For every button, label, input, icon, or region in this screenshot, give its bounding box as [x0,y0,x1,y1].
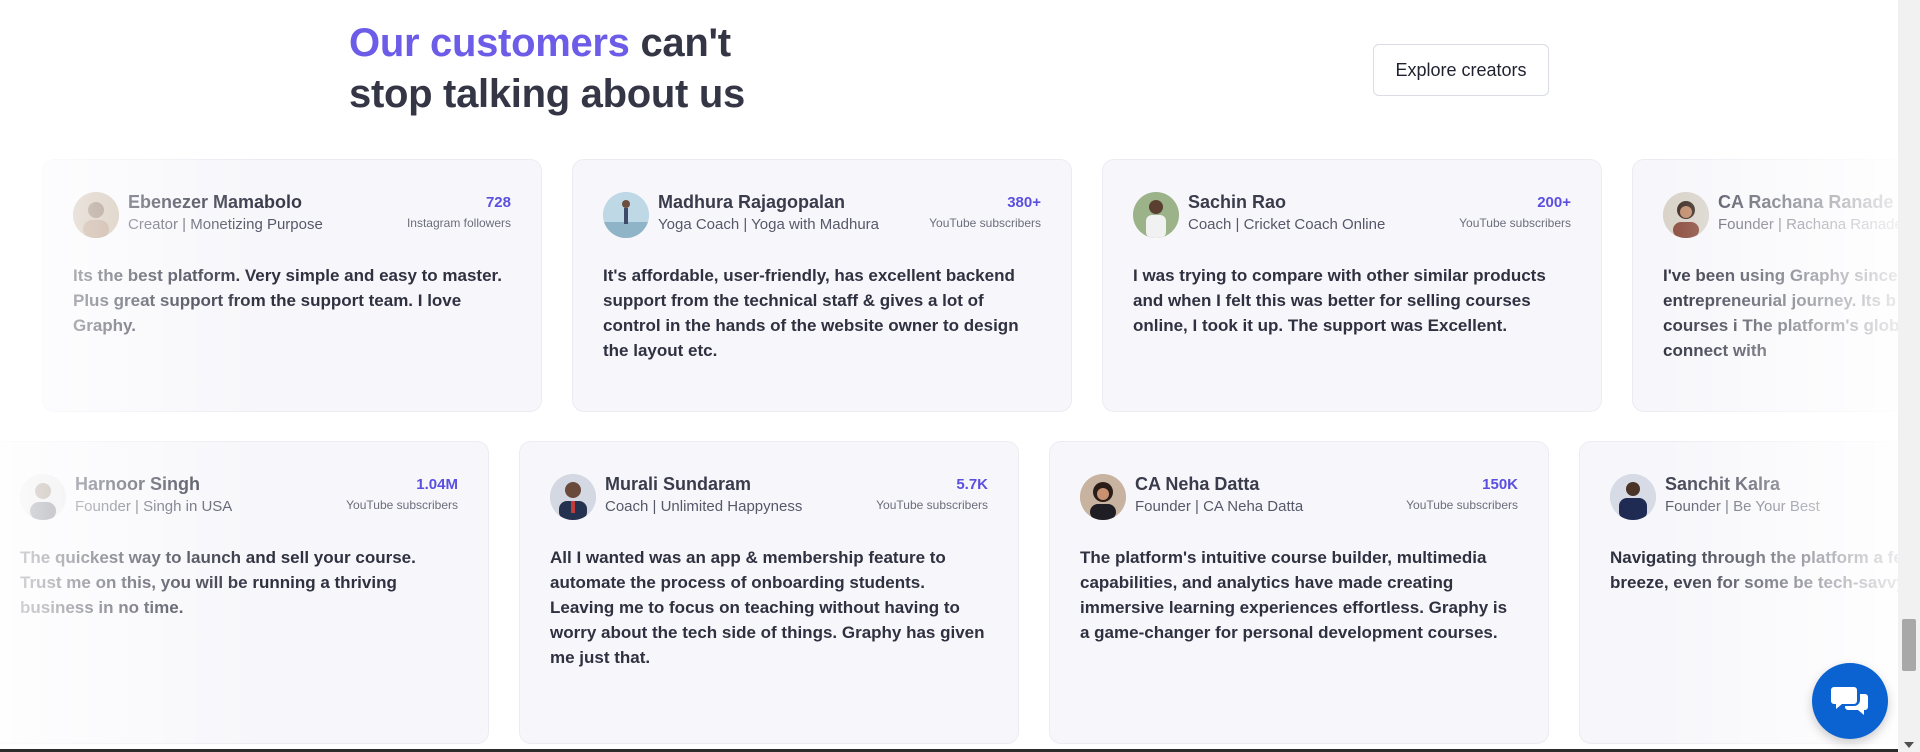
customer-role: Coach | Cricket Coach Online [1188,216,1386,233]
testimonial-row-1: Ebenezer Mamabolo Creator | Monetizing P… [0,159,1898,413]
stat-label: Instagram followers [406,216,511,230]
scroll-down-arrow-icon[interactable] [1904,742,1914,748]
customer-name: Murali Sundaram [605,474,752,494]
stat-label: YouTube subscribers [1406,498,1518,512]
stat-value: 200+ [1537,194,1571,211]
avatar [1663,192,1709,238]
stat-label: YouTube subscribers [346,498,458,512]
explore-creators-button[interactable]: Explore creators [1373,44,1549,96]
testimonial-card: CA Neha Datta Founder | CA Neha Datta 15… [1049,441,1549,744]
stat-value: 1.04M [416,476,458,493]
avatar [1610,474,1656,520]
testimonial-card: Murali Sundaram Coach | Unlimited Happyn… [519,441,1019,744]
customer-role: Founder | Singh in USA [75,498,233,515]
stat-value: 380+ [1007,194,1041,211]
avatar [73,192,119,238]
customer-name: Ebenezer Mamabolo [128,192,303,212]
stat-value: 150K [1482,476,1518,493]
customer-role: Founder | Be Your Best [1665,498,1820,515]
testimonial-quote: It's affordable, user-friendly, has exce… [603,266,1019,360]
customer-role: Creator | Monetizing Purpose [128,216,323,233]
scrollbar-thumb[interactable] [1902,619,1916,671]
customer-name: Harnoor Singh [75,474,200,494]
vertical-scrollbar[interactable] [1898,0,1920,752]
testimonial-card: Sachin Rao Coach | Cricket Coach Online … [1102,159,1602,412]
testimonial-quote: I was trying to compare with other simil… [1133,266,1546,335]
customer-name: Sachin Rao [1188,192,1287,212]
testimonial-quote: I've been using Graphy since the start o… [1663,266,1898,360]
stat-value: 5.7K [956,476,988,493]
testimonial-quote: All I wanted was an app & membership fea… [550,548,985,667]
customer-role: Founder | Rachana Ranade [1718,216,1898,233]
avatar [1133,192,1179,238]
testimonial-card: Ebenezer Mamabolo Creator | Monetizing P… [42,159,542,412]
section-heading: Our customers can't stop talking about u… [349,18,745,120]
heading-line2: stop talking about us [349,72,745,116]
testimonial-card: CA Rachana Ranade Founder | Rachana Rana… [1632,159,1898,412]
testimonial-quote: Its the best platform. Very simple and e… [73,266,502,335]
testimonial-row-2: Harnoor Singh Founder | Singh in USA 1.0… [0,441,1898,752]
customer-name: Sanchit Kalra [1665,474,1781,494]
stat-label: YouTube subscribers [1459,216,1571,230]
testimonial-quote: The quickest way to launch and sell your… [20,548,416,617]
testimonial-quote: Navigating through the platform a featur… [1610,548,1898,592]
stat-label: YouTube subscribers [929,216,1041,230]
heading-accent: Our customers [349,21,630,65]
customer-role: Founder | CA Neha Datta [1135,498,1304,515]
customer-role: Coach | Unlimited Happyness [605,498,803,515]
chat-bubbles-icon [1831,687,1868,715]
heading-line1-rest: can't [640,21,731,65]
testimonial-card: Madhura Rajagopalan Yoga Coach | Yoga wi… [572,159,1072,412]
chat-button[interactable] [1812,663,1888,739]
testimonial-quote: The platform's intuitive course builder,… [1080,548,1508,642]
customer-name: Madhura Rajagopalan [658,192,846,212]
avatar [603,192,649,238]
avatar [1080,474,1126,520]
testimonial-card: Harnoor Singh Founder | Singh in USA 1.0… [0,441,489,744]
customer-role: Yoga Coach | Yoga with Madhura [658,216,880,233]
customer-name: CA Neha Datta [1135,474,1260,494]
stat-label: YouTube subscribers [876,498,988,512]
stat-value: 728 [485,194,511,211]
avatar [550,474,596,520]
avatar [20,474,66,520]
customer-name: CA Rachana Ranade [1718,192,1894,212]
